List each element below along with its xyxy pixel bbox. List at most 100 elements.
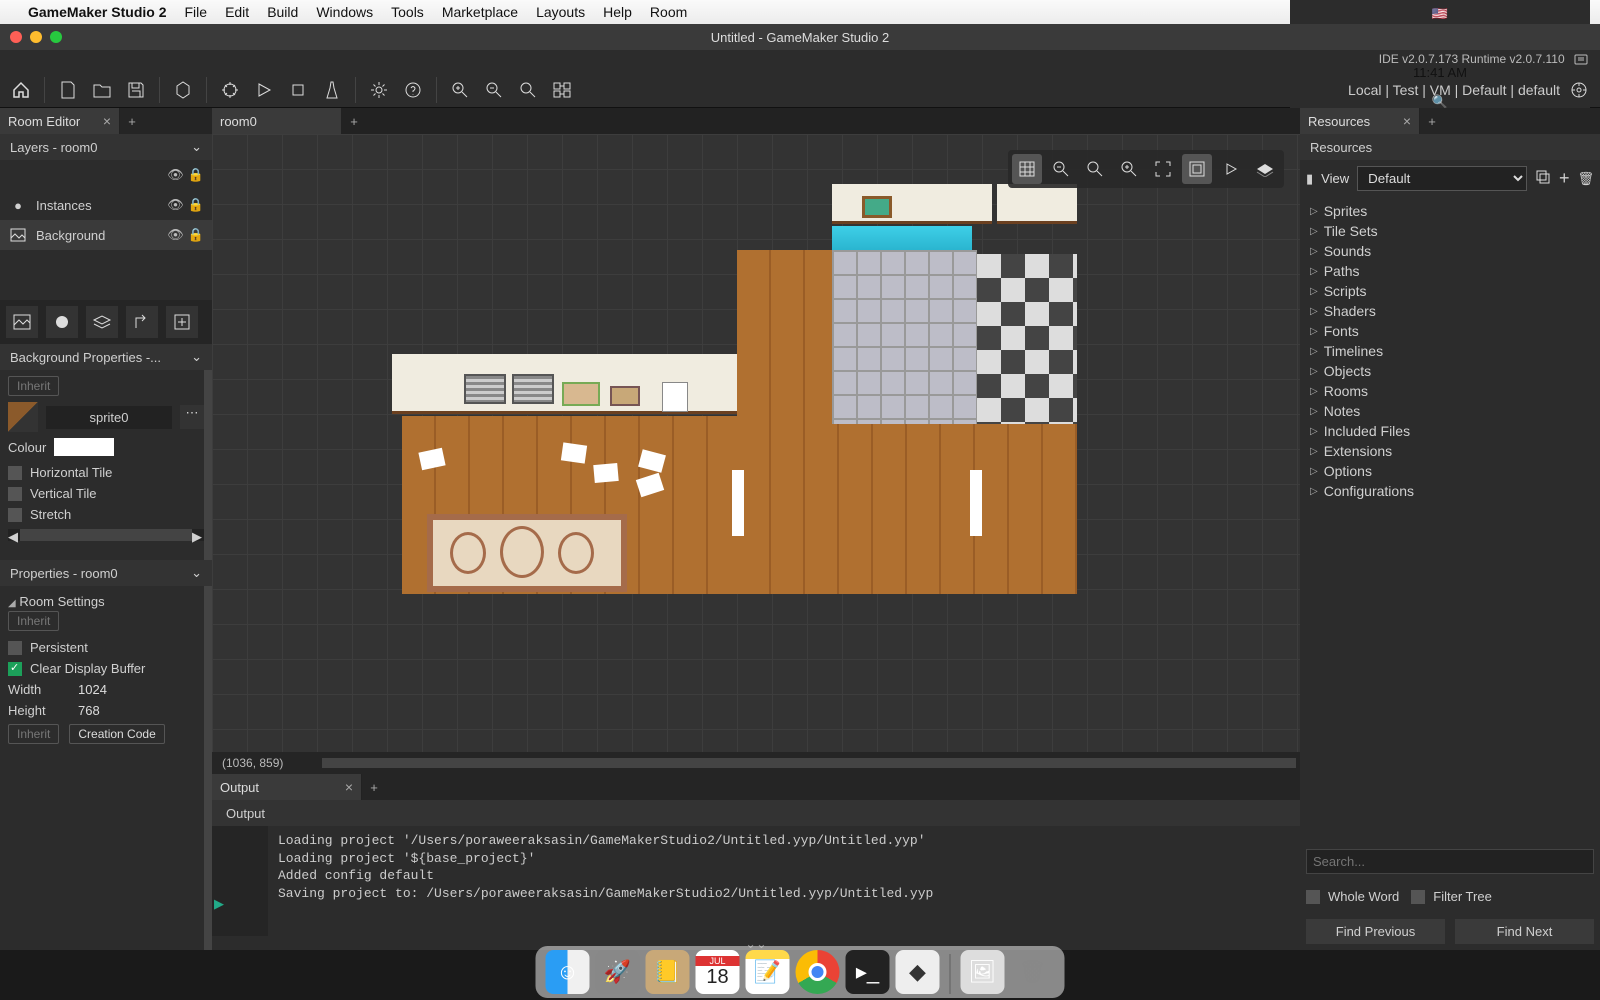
filter-tree-checkbox[interactable]: Filter Tree — [1411, 886, 1492, 907]
zoom-window-button[interactable] — [50, 31, 62, 43]
eye-icon[interactable]: 👁 — [167, 227, 184, 243]
search-input[interactable] — [1306, 849, 1594, 874]
eye-icon[interactable]: 👁 — [167, 197, 184, 213]
height-field[interactable]: 768 — [78, 703, 100, 718]
bgprops-header[interactable]: Background Properties -... ⌄ — [0, 344, 212, 370]
zoom-in-button[interactable] — [445, 75, 475, 105]
add-tab-button[interactable]: + — [342, 108, 366, 134]
tab-resources[interactable]: Resources × — [1300, 108, 1420, 134]
layer-row-instances[interactable]: ● Instances 👁🔒 — [0, 190, 212, 220]
tree-item-sounds[interactable]: ▷Sounds — [1300, 241, 1600, 261]
add-tab-button[interactable]: + — [1420, 108, 1444, 134]
lock-icon[interactable]: 🔒 — [188, 197, 204, 213]
tree-item-rooms[interactable]: ▷Rooms — [1300, 381, 1600, 401]
dock-notes[interactable]: 📝 — [746, 950, 790, 994]
persistent-checkbox[interactable]: Persistent — [8, 637, 204, 658]
canvas-zoom-reset-button[interactable] — [1080, 154, 1110, 184]
add-resource-button[interactable]: + — [1559, 168, 1570, 189]
menu-room[interactable]: Room — [650, 4, 687, 20]
new-file-button[interactable] — [53, 75, 83, 105]
inherit-button[interactable]: Inherit — [8, 611, 59, 631]
close-icon[interactable]: × — [103, 113, 111, 129]
tree-item-timelines[interactable]: ▷Timelines — [1300, 341, 1600, 361]
grid-toggle-button[interactable] — [1012, 154, 1042, 184]
lock-icon[interactable]: 🔒 — [188, 167, 204, 183]
roomprops-header[interactable]: Properties - room0 ⌄ — [0, 560, 212, 586]
flag-icon[interactable]: 🇺🇸 — [1432, 6, 1448, 22]
layers-visibility-button[interactable] — [1250, 154, 1280, 184]
clean-button[interactable] — [317, 75, 347, 105]
htile-checkbox[interactable]: Horizontal Tile — [8, 462, 204, 483]
dock-trash[interactable]: 🗑 — [1011, 950, 1055, 994]
add-background-layer-button[interactable] — [6, 306, 38, 338]
find-next-button[interactable]: Find Next — [1455, 919, 1594, 944]
stretch-checkbox[interactable]: Stretch — [8, 504, 204, 525]
eye-icon[interactable]: 👁 — [167, 167, 184, 183]
dock-finder[interactable]: ☺ — [546, 950, 590, 994]
inherit-button[interactable]: Inherit — [8, 376, 59, 396]
canvas-zoom-in-button[interactable] — [1114, 154, 1144, 184]
dock-gamemaker[interactable]: ◆ — [896, 950, 940, 994]
tree-item-scripts[interactable]: ▷Scripts — [1300, 281, 1600, 301]
minimize-window-button[interactable] — [30, 31, 42, 43]
fullscreen-button[interactable] — [1148, 154, 1178, 184]
tab-output[interactable]: Output × — [212, 774, 362, 800]
layer-row-blank[interactable]: 👁🔒 — [0, 160, 212, 190]
menu-tools[interactable]: Tools — [391, 4, 424, 20]
tab-room0[interactable]: room0 — [212, 108, 342, 134]
sprite-thumbnail[interactable] — [8, 402, 38, 432]
delete-resource-button[interactable]: 🗑 — [1577, 171, 1594, 187]
clear-buffer-checkbox[interactable]: Clear Display Buffer — [8, 658, 204, 679]
find-previous-button[interactable]: Find Previous — [1306, 919, 1445, 944]
tree-item-included-files[interactable]: ▷Included Files — [1300, 421, 1600, 441]
add-path-layer-button[interactable] — [126, 306, 158, 338]
zoom-out-button[interactable] — [479, 75, 509, 105]
run-button[interactable] — [249, 75, 279, 105]
copy-icon[interactable] — [1535, 169, 1551, 188]
menu-windows[interactable]: Windows — [316, 4, 373, 20]
debug-button[interactable] — [215, 75, 245, 105]
close-window-button[interactable] — [10, 31, 22, 43]
output-text[interactable]: Loading project '/Users/poraweeraksasin/… — [268, 826, 1300, 936]
tree-item-sprites[interactable]: ▷Sprites — [1300, 201, 1600, 221]
help-button[interactable] — [398, 75, 428, 105]
package-button[interactable] — [168, 75, 198, 105]
canvas-zoom-out-button[interactable] — [1046, 154, 1076, 184]
target-selector[interactable]: Local | Test | VM | Default | default — [1348, 82, 1560, 98]
menu-help[interactable]: Help — [603, 4, 632, 20]
layer-row-background[interactable]: Background 👁🔒 — [0, 220, 212, 250]
dock-chrome[interactable] — [796, 950, 840, 994]
vtile-checkbox[interactable]: Vertical Tile — [8, 483, 204, 504]
menu-edit[interactable]: Edit — [225, 4, 249, 20]
tree-item-options[interactable]: ▷Options — [1300, 461, 1600, 481]
app-name[interactable]: GameMaker Studio 2 — [28, 4, 167, 20]
tree-item-notes[interactable]: ▷Notes — [1300, 401, 1600, 421]
whole-word-checkbox[interactable]: Whole Word — [1306, 886, 1399, 907]
filter-icon[interactable]: ▮ — [1306, 171, 1313, 187]
menu-layouts[interactable]: Layouts — [536, 4, 585, 20]
scrollbar-h[interactable] — [322, 758, 1296, 768]
tab-room-editor[interactable]: Room Editor × — [0, 108, 120, 134]
home-button[interactable] — [6, 75, 36, 105]
scrollbar[interactable] — [204, 586, 212, 950]
tree-item-tilesets[interactable]: ▷Tile Sets — [1300, 221, 1600, 241]
add-folder-button[interactable] — [166, 306, 198, 338]
add-instance-layer-button[interactable] — [46, 306, 78, 338]
creation-code-button[interactable]: Creation Code — [69, 724, 164, 744]
scrollbar[interactable] — [204, 370, 212, 560]
sprite-more-button[interactable]: ⋯ — [180, 405, 204, 429]
sprite-name-field[interactable]: sprite0 — [46, 406, 172, 429]
view-toggle-button[interactable] — [1182, 154, 1212, 184]
tree-item-shaders[interactable]: ▷Shaders — [1300, 301, 1600, 321]
tree-item-fonts[interactable]: ▷Fonts — [1300, 321, 1600, 341]
tree-item-extensions[interactable]: ▷Extensions — [1300, 441, 1600, 461]
dock-preview-doc[interactable]: 🖼 — [961, 950, 1005, 994]
settings-button[interactable] — [364, 75, 394, 105]
add-tile-layer-button[interactable] — [86, 306, 118, 338]
dock-terminal[interactable]: ▸_ — [846, 950, 890, 994]
open-file-button[interactable] — [87, 75, 117, 105]
add-tab-button[interactable]: + — [362, 774, 386, 800]
view-select[interactable]: Default — [1357, 166, 1527, 191]
scrollbar-h[interactable]: ◀▶ — [8, 529, 204, 541]
lock-icon[interactable]: 🔒 — [188, 227, 204, 243]
